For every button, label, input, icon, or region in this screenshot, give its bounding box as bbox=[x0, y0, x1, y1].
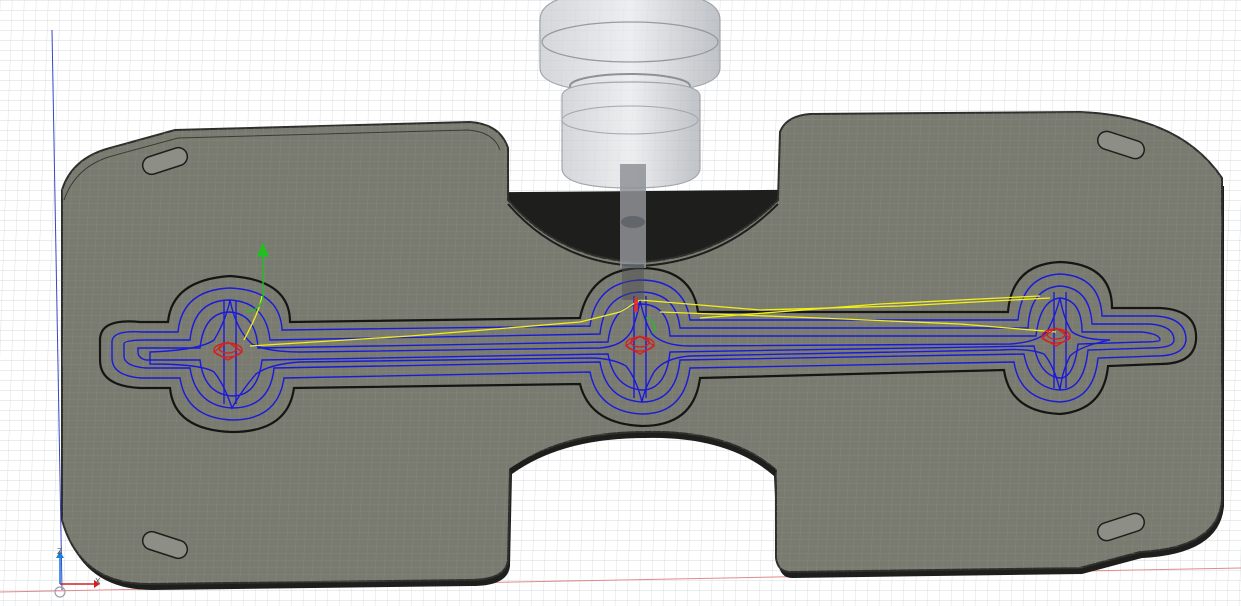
origin-icon bbox=[54, 586, 66, 598]
tool-tip bbox=[634, 298, 638, 312]
cutting-tool bbox=[620, 164, 646, 312]
3d-viewport[interactable]: X Z bbox=[0, 0, 1241, 606]
cam-scene[interactable] bbox=[0, 0, 1241, 606]
tool-holder bbox=[539, 0, 721, 189]
triad-z-label: Z bbox=[57, 547, 63, 556]
tool-flute bbox=[621, 216, 645, 228]
triad-x-label: X bbox=[95, 577, 101, 586]
